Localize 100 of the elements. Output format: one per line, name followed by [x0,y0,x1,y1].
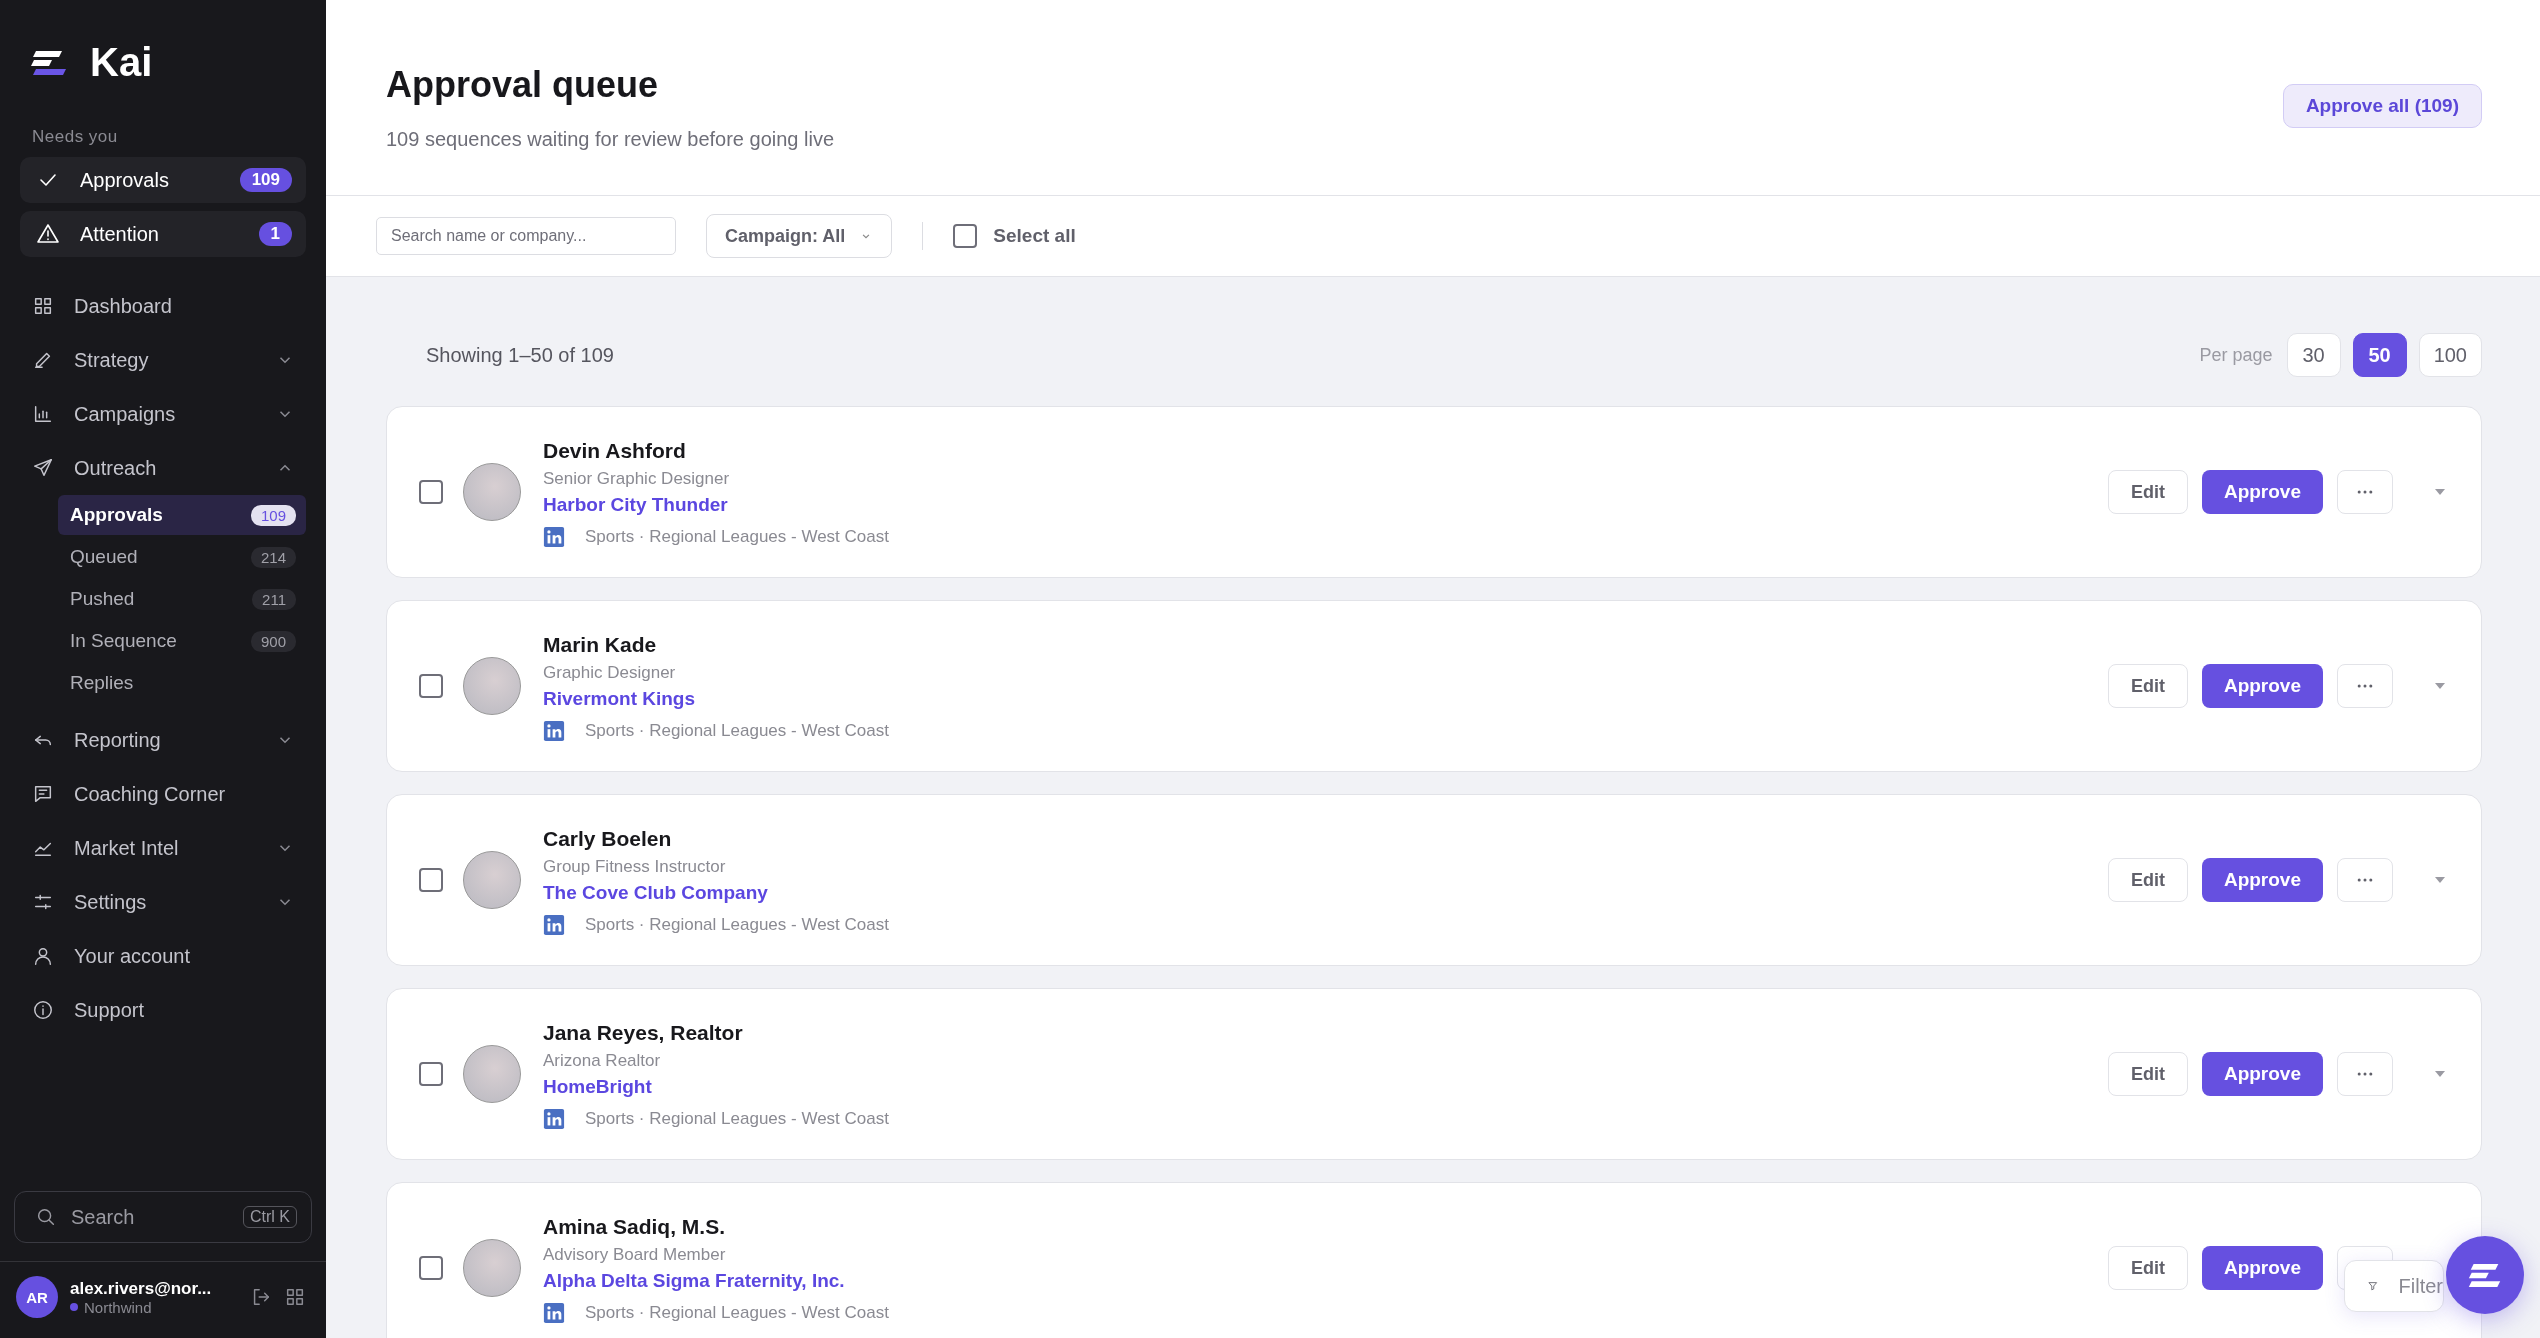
segment-tags: Sports · Regional Leagues - West Coast [585,527,889,547]
user-avatar: AR [16,1276,58,1318]
caret-down-icon[interactable] [2435,489,2445,495]
linkedin-icon[interactable] [543,1302,565,1324]
checkbox[interactable] [419,1256,443,1280]
contact-name: Amina Sadiq, M.S. [543,1214,727,1240]
section-label: Needs you [31,127,119,148]
assistant-button[interactable] [2446,1236,2524,1314]
nav-item[interactable]: Coaching Corner [20,767,306,821]
user-email: alex.rivers@nor... [70,1278,213,1299]
page-title: Approval queue [386,64,660,106]
company-link[interactable]: Rivermont Kings [543,686,2108,712]
linkedin-icon[interactable] [543,526,565,548]
company-link[interactable]: Harbor City Thunder [543,492,2108,518]
job-title: Senior Graphic Designer [543,468,731,490]
brand-name: Kai [90,40,153,85]
nav-item[interactable]: Strategy [20,333,306,387]
contact-name: Marin Kade [543,632,658,658]
count-badge: 1 [258,222,292,246]
company-link[interactable]: Alpha Delta Sigma Fraternity, Inc. [543,1268,2108,1294]
approve-button[interactable]: Approve [2201,858,2323,902]
approve-button[interactable]: Approve [2201,1052,2323,1096]
caret-down-icon[interactable] [2435,683,2445,689]
chat-icon [32,783,54,805]
nav-item[interactable]: Your account [20,929,306,983]
edit-button[interactable]: Edit [2107,664,2188,708]
priority-item[interactable]: Approvals 109 [20,157,306,203]
checkbox[interactable] [419,480,443,504]
contact-name: Devin Ashford [543,438,687,464]
item-label: Replies [70,672,135,694]
item-label: Queued [70,546,139,568]
priority-item[interactable]: Attention 1 [20,211,306,257]
caret-down-icon[interactable] [2435,1071,2445,1077]
contact-name: Carly Boelen [543,826,673,852]
linkedin-icon[interactable] [543,720,565,742]
edit-button[interactable]: Edit [2107,1246,2188,1290]
grid-icon[interactable] [284,1286,306,1308]
item-label: In Sequence [70,630,178,652]
search-field[interactable]: Search name or company... [376,217,676,255]
checkbox[interactable] [419,868,443,892]
campaign-dropdown[interactable]: Campaign: All [706,214,893,258]
shortcut-hint: Ctrl K [243,1206,297,1228]
per-page-label: Per page [2199,344,2273,366]
contact-name: Jana Reyes, Realtor [543,1020,744,1046]
count-badge: 214 [250,546,296,568]
workspace-name: Northwind [70,1298,238,1316]
caret-down-icon[interactable] [2435,877,2445,883]
edit-button[interactable]: Edit [2107,470,2188,514]
submenu-item[interactable]: Queued 214 [58,537,306,577]
per-page-option[interactable]: 100 [2418,333,2482,377]
checkbox[interactable] [953,224,978,248]
company-link[interactable]: The Cove Club Company [543,880,2108,906]
nav-item[interactable]: Support [20,983,306,1037]
count-badge: 109 [250,504,296,526]
checkbox[interactable] [419,1062,443,1086]
bar-chart-icon [32,403,54,425]
submenu-item[interactable]: Replies [58,663,306,703]
submenu-item[interactable]: Approvals 109 [58,495,306,535]
nav-item[interactable]: Settings [20,875,306,929]
warning-icon [36,222,60,246]
nav-item[interactable]: Dashboard [20,279,306,333]
segment-tags: Sports · Regional Leagues - West Coast [585,721,889,741]
count-badge: 900 [250,630,296,652]
nav-item[interactable]: Campaigns [20,387,306,441]
linkedin-icon[interactable] [543,1108,565,1130]
nav-item[interactable]: Outreach [20,441,306,495]
per-page-option[interactable]: 50 [2352,333,2407,377]
item-label: Approvals [80,168,170,192]
submenu-item[interactable]: Pushed 211 [58,579,306,619]
nav-item[interactable]: Market Intel [20,821,306,875]
nav-item[interactable]: Reporting [20,713,306,767]
job-title: Group Fitness Instructor [543,856,727,878]
search-field[interactable]: Search Ctrl K [14,1191,312,1243]
segment-tags: Sports · Regional Leagues - West Coast [585,915,889,935]
search-placeholder: Search [71,1205,136,1229]
count-badge: 109 [239,168,292,192]
item-label: Pushed [70,588,136,610]
item-label: Approvals [70,504,164,526]
per-page-option[interactable]: 30 [2286,333,2341,377]
linkedin-icon[interactable] [543,914,565,936]
search-icon [35,1206,57,1228]
checkbox-label[interactable]: Select all [993,225,1076,247]
checkbox[interactable] [419,674,443,698]
edit-button[interactable]: Edit [2107,1052,2188,1096]
company-link[interactable]: HomeBright [543,1074,2108,1100]
job-title: Arizona Realtor [543,1050,662,1072]
segment-tags: Sports · Regional Leagues - West Coast [585,1109,889,1129]
job-title: Graphic Designer [543,662,677,684]
filter-menu[interactable]: Filter [2344,1260,2444,1312]
approve-all-button[interactable]: Approve all (109) [2282,84,2482,128]
page-subtitle: 109 sequences waiting for review before going live [386,128,835,151]
approve-button[interactable]: Approve [2201,664,2323,708]
approve-button[interactable]: Approve [2201,470,2323,514]
item-label: Attention [80,222,160,246]
count-badge: 211 [252,588,296,610]
info-icon [32,999,54,1021]
paper-plane-icon [32,457,54,479]
submenu-item[interactable]: In Sequence 900 [58,621,306,661]
approve-button[interactable]: Approve [2201,1246,2323,1290]
edit-button[interactable]: Edit [2107,858,2188,902]
